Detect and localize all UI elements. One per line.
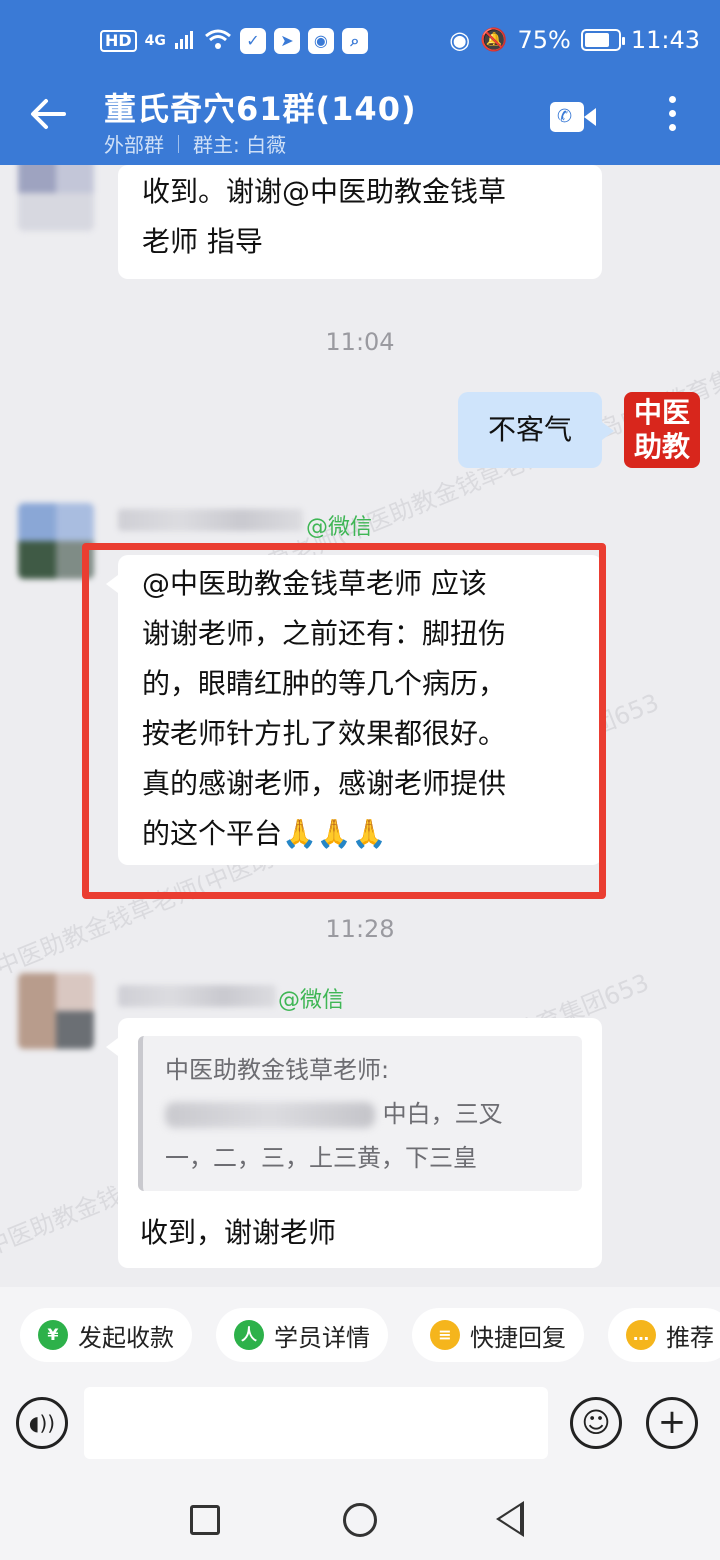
quoted-message[interactable]: 中医助教金钱草老师: 中白，三叉 一，二，三，上三黄，下三皇	[138, 1036, 582, 1191]
clock: 11:43	[630, 26, 700, 54]
message-input[interactable]	[84, 1387, 548, 1459]
more-menu-button[interactable]	[662, 96, 682, 138]
back-button[interactable]	[496, 1501, 524, 1537]
sender-avatar[interactable]	[18, 973, 94, 1049]
status-bar: HD 4G ✓ ➤ ◉ ⌕ ◉ 🔕 75% 11:43	[0, 0, 720, 84]
chat-area[interactable]: 中医助教金钱草老师(中医助教金钱草老师)@青岛中域教育集团653 中医助教金钱草…	[0, 165, 720, 1287]
my-message-bubble[interactable]: 不客气	[458, 392, 614, 468]
chip-label: 快捷回复	[470, 1323, 566, 1352]
send-app-icon: ➤	[273, 28, 300, 54]
timestamp: 11:04	[325, 328, 395, 356]
signal-4g-icon: 4G	[144, 33, 166, 49]
message-text: 老师 指导	[142, 225, 263, 258]
message-text: 不客气	[487, 413, 572, 446]
voice-input-icon[interactable]: ◖))	[16, 1397, 68, 1449]
status-right: ◉ 🔕 75% 11:43	[449, 26, 700, 54]
highlight-box	[82, 543, 606, 899]
quote-text: 中白，三叉	[165, 1092, 560, 1136]
quote-author: 中医助教金钱草老师:	[165, 1056, 390, 1084]
back-arrow-icon[interactable]	[28, 94, 72, 138]
divider	[178, 134, 179, 153]
reply-icon: ≡	[430, 1320, 460, 1350]
message-text: 收到，谢谢老师	[140, 1216, 337, 1249]
video-call-button[interactable]: ✆	[550, 100, 598, 134]
emoji-icon[interactable]: ☺	[570, 1397, 622, 1449]
wifi-icon	[204, 28, 232, 54]
shield-app-icon: ✓	[239, 28, 266, 54]
my-avatar[interactable]: 中医 助教	[624, 392, 700, 468]
message-text: 收到。谢谢@中医助教金钱草	[142, 175, 507, 208]
hd-indicator: HD	[100, 30, 137, 52]
status-left: HD 4G ✓ ➤ ◉ ⌕	[100, 28, 368, 54]
sender-tag: @微信	[306, 515, 373, 540]
eye-icon: ◉	[449, 26, 471, 54]
chip-label: 学员详情	[274, 1323, 370, 1352]
battery-icon	[580, 29, 625, 51]
bulb-app-icon: ◉	[307, 28, 334, 54]
sender-tag: @微信	[278, 988, 345, 1013]
sender-name-blurred	[118, 509, 303, 531]
home-button[interactable]	[343, 1503, 377, 1537]
sender-name-blurred	[118, 985, 276, 1007]
chip-label: 发起收款	[78, 1323, 174, 1352]
payment-icon: ¥	[38, 1320, 68, 1350]
user-icon: 人	[234, 1320, 264, 1350]
chat-title: 董氏奇穴61群(140)	[104, 90, 417, 128]
plus-icon[interactable]: +	[646, 1397, 698, 1449]
message-bubble[interactable]: 中医助教金钱草老师: 中白，三叉 一，二，三，上三黄，下三皇 收到，谢谢老师	[106, 1018, 602, 1268]
quick-action-student-details[interactable]: 人 学员详情	[216, 1308, 388, 1362]
quote-text-part: 中白，三叉	[382, 1100, 503, 1128]
blurred-text	[165, 1102, 375, 1128]
search-app-icon: ⌕	[341, 28, 368, 54]
quick-action-quick-reply[interactable]: ≡ 快捷回复	[412, 1308, 584, 1362]
quick-action-collect-payment[interactable]: ¥ 发起收款	[20, 1308, 192, 1362]
bell-mute-icon: 🔕	[480, 27, 508, 53]
signal-bars-icon	[174, 28, 196, 54]
message-bubble[interactable]: 收到。谢谢@中医助教金钱草 老师 指导	[118, 165, 602, 279]
phone-icon: ✆	[557, 106, 573, 127]
quote-text: 一，二，三，上三黄，下三皇	[165, 1144, 477, 1172]
battery-fill	[584, 33, 609, 47]
input-bar: ◖)) ☺ +	[0, 1383, 720, 1479]
recommend-icon: …	[626, 1320, 656, 1350]
group-owner: 群主: 白薇	[193, 133, 287, 157]
group-type-tag: 外部群	[104, 133, 164, 157]
chip-label: 推荐	[666, 1323, 714, 1352]
battery-percent: 75%	[517, 26, 571, 54]
quick-action-recommend[interactable]: … 推荐	[608, 1308, 720, 1362]
quick-actions-bar[interactable]: ¥ 发起收款 人 学员详情 ≡ 快捷回复 … 推荐	[0, 1287, 720, 1383]
chat-subtitle: 外部群 群主: 白薇	[104, 129, 286, 158]
system-nav-bar	[0, 1479, 720, 1560]
sender-avatar[interactable]	[18, 165, 94, 231]
avatar-text: 助教	[633, 430, 690, 463]
recent-apps-button[interactable]	[190, 1505, 220, 1535]
top-bar: HD 4G ✓ ➤ ◉ ⌕ ◉ 🔕 75% 11:43 董氏奇穴61群(140)…	[0, 0, 720, 165]
camera-lens	[584, 108, 596, 126]
timestamp: 11:28	[325, 915, 395, 943]
avatar-text: 中医	[633, 396, 690, 429]
